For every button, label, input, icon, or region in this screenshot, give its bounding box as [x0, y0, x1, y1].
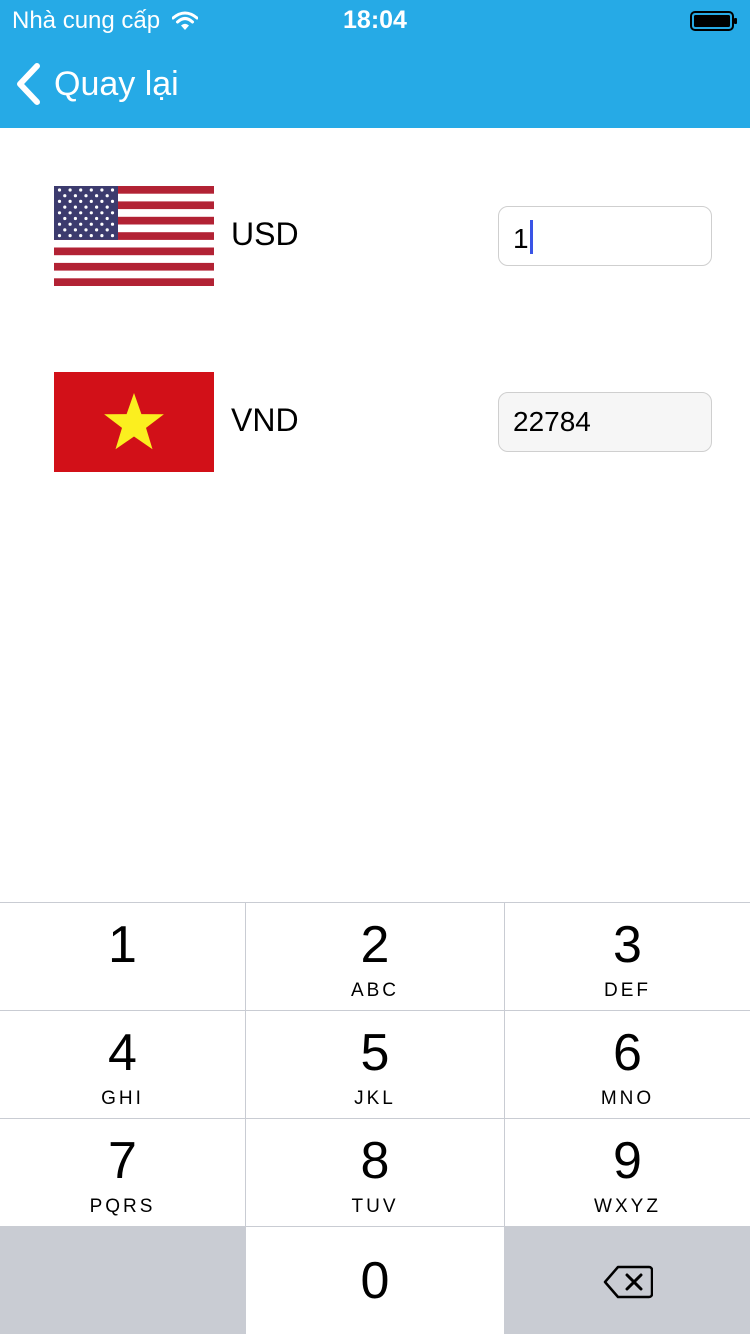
key-letters: ABC	[350, 980, 400, 1001]
key-9[interactable]: 9 WXYZ	[505, 1119, 750, 1226]
app-header: Nhà cung cấp 18:04 Quay lại	[0, 0, 750, 128]
key-letters: MNO	[600, 1088, 655, 1109]
key-8[interactable]: 8 TUV	[246, 1119, 504, 1226]
currency-code-usd: USD	[231, 216, 299, 252]
back-label: Quay lại	[54, 64, 179, 103]
key-digit: 8	[360, 1132, 390, 1190]
key-digit: 7	[108, 1132, 137, 1190]
key-letters: WXYZ	[594, 1196, 661, 1217]
key-5[interactable]: 5 JKL	[246, 1011, 504, 1118]
key-letters: TUV	[351, 1196, 399, 1217]
backspace-icon	[603, 1265, 653, 1299]
key-digit: 0	[360, 1252, 390, 1310]
battery-icon	[690, 11, 737, 31]
chevron-left-icon	[17, 63, 40, 105]
key-letters: DEF	[604, 980, 651, 1001]
us-flag-icon	[54, 186, 214, 286]
numeric-keypad: 1 2 ABC 3 DEF 4 GHI 5 JKL 6 MNO 7 PQRS 8…	[0, 902, 750, 1334]
usd-amount-input[interactable]: 1	[498, 206, 712, 266]
vnd-amount-field[interactable]: 22784	[498, 392, 712, 452]
currency-row-vnd: VND 22784	[54, 372, 712, 472]
vnd-amount-value: 22784	[513, 406, 591, 437]
key-digit: 5	[360, 1024, 390, 1082]
key-2[interactable]: 2 ABC	[246, 903, 504, 1010]
currency-row-usd: USD 1	[54, 186, 712, 286]
key-letters: JKL	[354, 1088, 396, 1109]
vietnam-flag-icon	[54, 372, 214, 472]
key-digit: 2	[360, 916, 390, 974]
key-digit: 3	[613, 916, 642, 974]
key-digit: 6	[613, 1024, 642, 1082]
back-button[interactable]: Quay lại	[14, 60, 179, 108]
key-3[interactable]: 3 DEF	[505, 903, 750, 1010]
key-letters: PQRS	[89, 1196, 156, 1217]
key-digit: 9	[613, 1132, 642, 1190]
key-digit: 4	[108, 1024, 137, 1082]
key-letters: GHI	[101, 1088, 144, 1109]
usd-amount-value: 1	[513, 223, 529, 254]
delete-key[interactable]	[505, 1227, 750, 1334]
currency-code-vnd: VND	[231, 402, 299, 438]
status-bar: Nhà cung cấp 18:04	[0, 0, 750, 40]
key-6[interactable]: 6 MNO	[505, 1011, 750, 1118]
key-digit: 1	[108, 916, 137, 974]
status-time: 18:04	[343, 6, 407, 34]
key-7[interactable]: 7 PQRS	[0, 1119, 245, 1226]
key-0[interactable]: 0	[246, 1227, 504, 1334]
key-1[interactable]: 1	[0, 903, 245, 1010]
key-4[interactable]: 4 GHI	[0, 1011, 245, 1118]
navigation-bar: Quay lại	[0, 40, 750, 128]
text-caret	[529, 220, 533, 254]
key-blank	[0, 1227, 245, 1334]
